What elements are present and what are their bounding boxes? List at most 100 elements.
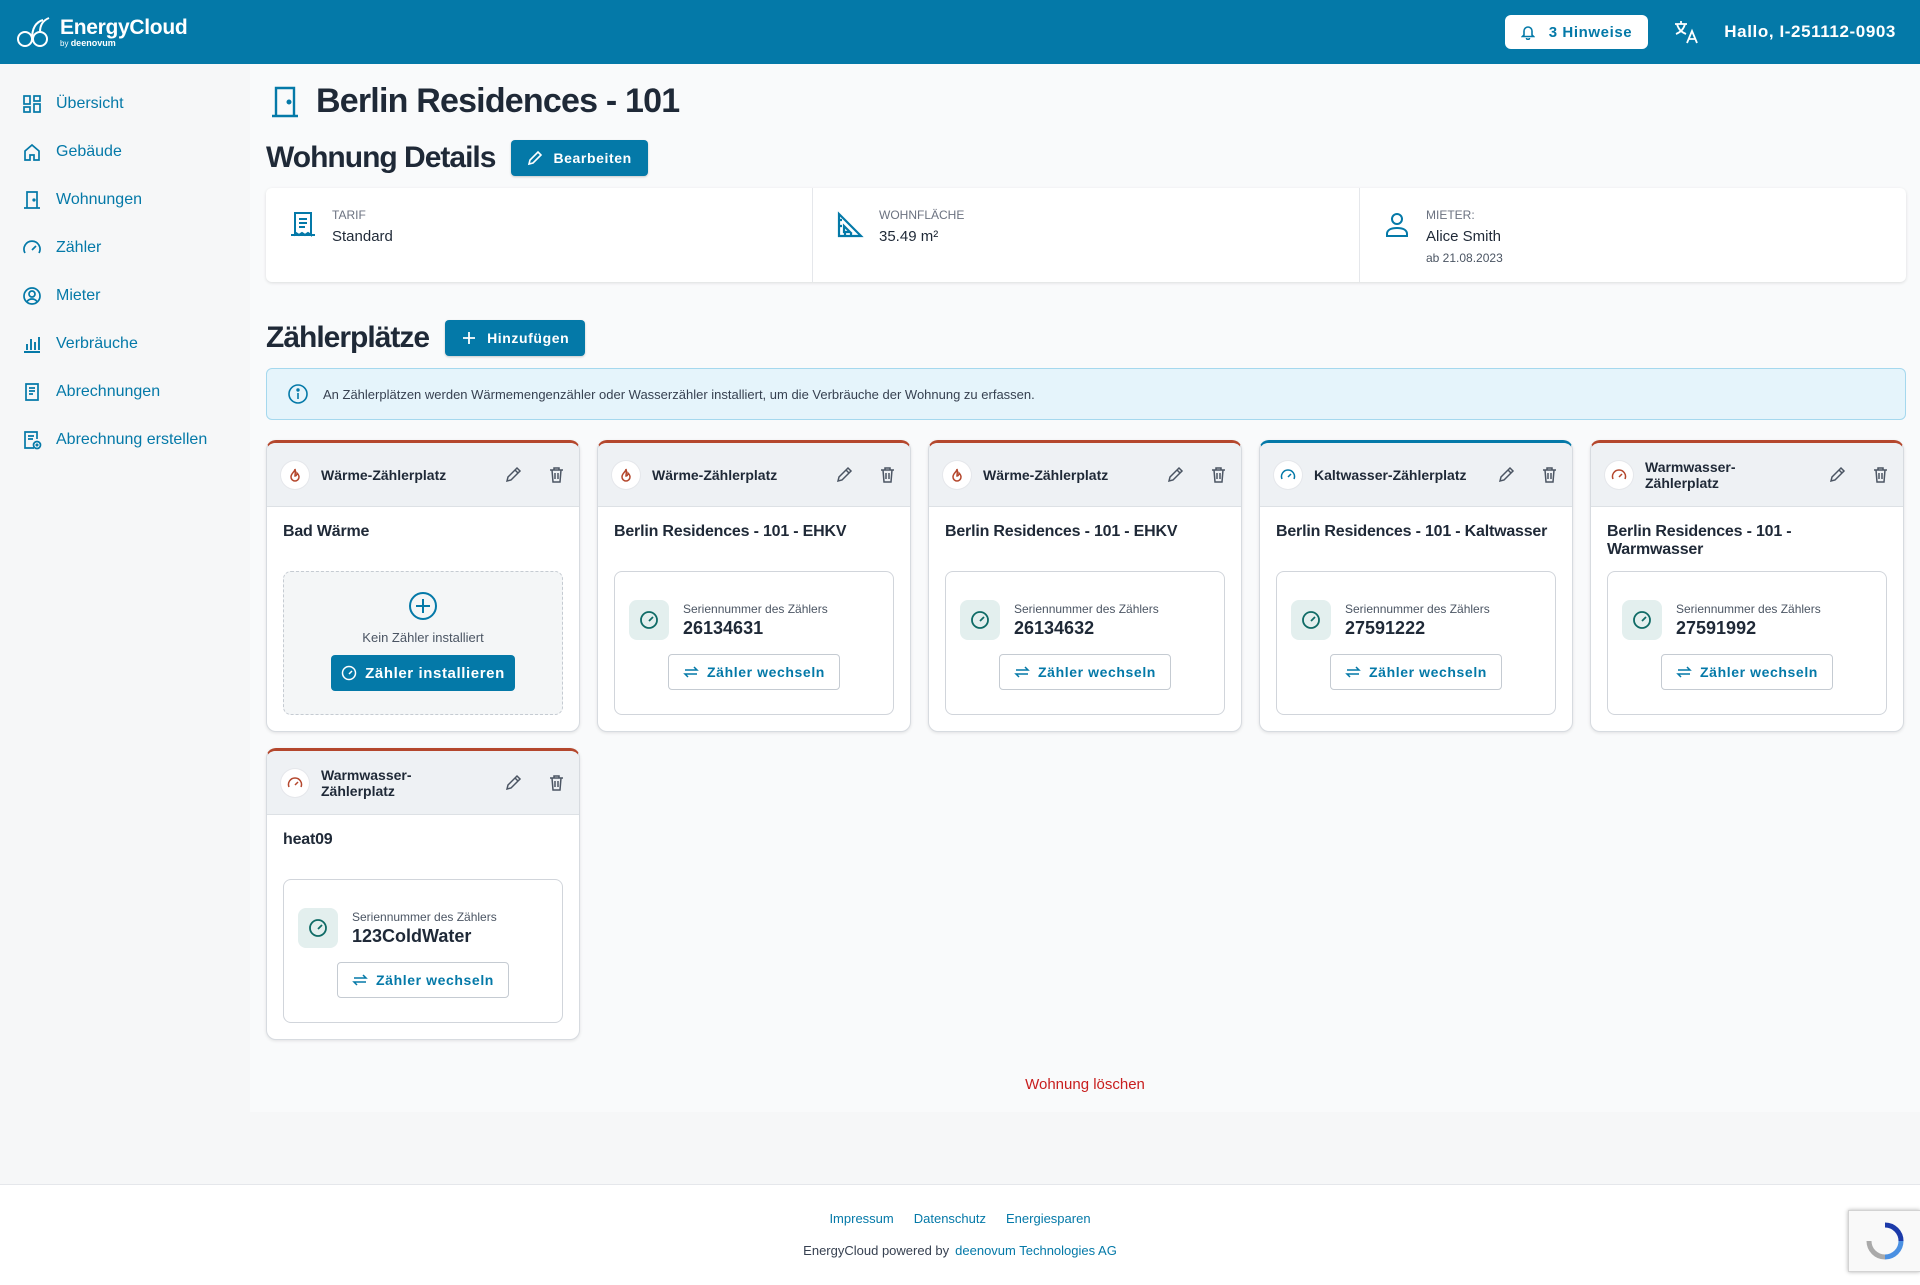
door-icon (272, 86, 298, 117)
delete-apartment-link[interactable]: Wohnung löschen (250, 1076, 1920, 1093)
sidebar: Übersicht Gebäude Wohnungen Zähler Miete… (0, 64, 250, 1184)
flame-icon (281, 460, 309, 489)
swap-icon (1676, 666, 1692, 678)
serial-label: Seriennummer des Zählers (1676, 601, 1821, 616)
edit-slot-button[interactable] (1498, 466, 1515, 483)
bell-icon (1520, 26, 1535, 40)
meter-slot-card: Wärme-Zählerplatz Berlin Residences - 10… (597, 440, 911, 732)
tenant-since: ab 21.08.2023 (1426, 251, 1503, 265)
sidebar-item-label: Gebäude (56, 143, 122, 160)
detail-label: Tarif (332, 208, 366, 222)
meter-slot-card: Wärme-Zählerplatz Berlin Residences - 10… (928, 440, 1242, 732)
recaptcha-badge[interactable] (1848, 1210, 1920, 1272)
delete-apartment-label: Wohnung löschen (1025, 1076, 1145, 1093)
brand-logo-link[interactable]: EnergyCloud by deenovum (16, 14, 188, 50)
change-meter-button[interactable]: Zähler wechseln (668, 654, 840, 690)
slot-type: Warmwasser-Zählerplatz (321, 766, 412, 799)
page-title-text: Berlin Residences - 101 (316, 82, 680, 120)
detail-value: Standard (332, 228, 393, 245)
sidebar-item-abrechnungen[interactable]: Abrechnungen (0, 368, 250, 416)
delete-slot-button[interactable] (1872, 466, 1889, 483)
footer: Impressum Datenschutz Energiesparen Ener… (0, 1184, 1920, 1285)
edit-slot-button[interactable] (836, 466, 853, 483)
install-meter-button[interactable]: Zähler installieren (331, 655, 515, 691)
delete-slot-button[interactable] (548, 774, 565, 791)
tenant-name: Alice Smith (1426, 228, 1502, 245)
change-meter-label: Zähler wechseln (1038, 664, 1156, 680)
meter-serial: 27591222 (1345, 617, 1426, 638)
sidebar-item-gebaeude[interactable]: Gebäude (0, 128, 250, 176)
change-meter-label: Zähler wechseln (1369, 664, 1487, 680)
info-alert: An Zählerplätzen werden Wärmemengenzähle… (266, 368, 1906, 420)
swap-icon (1014, 666, 1030, 678)
delete-slot-button[interactable] (548, 466, 565, 483)
edit-slot-button[interactable] (505, 774, 522, 791)
slot-name: Berlin Residences - 101 - EHKV (614, 523, 847, 540)
dashboard-icon (23, 95, 41, 113)
sidebar-item-verbraeuche[interactable]: Verbräuche (0, 320, 250, 368)
slot-header: Wärme-Zählerplatz (929, 443, 1241, 507)
detail-mieter: Mieter: Alice Smith ab 21.08.2023 (1360, 188, 1906, 282)
sidebar-item-zaehler[interactable]: Zähler (0, 224, 250, 272)
detail-wohnflaeche: Wohnfläche 35.49 m² (813, 188, 1360, 282)
meter-box: Seriennummer des Zählers 123ColdWater Zä… (283, 879, 563, 1023)
delete-slot-button[interactable] (1541, 466, 1558, 483)
gauge-icon (298, 908, 338, 948)
slot-type: Warmwasser-Zählerplatz (1645, 458, 1736, 491)
serial-label: Seriennummer des Zählers (1345, 601, 1490, 616)
change-meter-label: Zähler wechseln (376, 972, 494, 988)
user-greeting[interactable]: Hallo, I-251112-0903 (1724, 22, 1896, 42)
change-meter-button[interactable]: Zähler wechseln (1330, 654, 1502, 690)
delete-slot-button[interactable] (1210, 466, 1227, 483)
add-slot-button[interactable]: Hinzufügen (445, 320, 586, 356)
sidebar-item-label: Mieter (56, 287, 101, 304)
change-meter-button[interactable]: Zähler wechseln (1661, 654, 1833, 690)
change-meter-button[interactable]: Zähler wechseln (337, 962, 509, 998)
trash-icon (1212, 467, 1225, 483)
document-icon (291, 212, 315, 237)
person-icon (1386, 213, 1408, 237)
change-meter-button[interactable]: Zähler wechseln (999, 654, 1171, 690)
sidebar-item-mieter[interactable]: Mieter (0, 272, 250, 320)
translate-icon[interactable] (1672, 18, 1700, 46)
pencil-icon (1167, 466, 1184, 483)
sidebar-item-uebersicht[interactable]: Übersicht (0, 80, 250, 128)
edit-button-label: Bearbeiten (553, 150, 632, 166)
energycloud-logo-icon (17, 17, 50, 47)
sidebar-item-label: Wohnungen (56, 191, 142, 208)
sidebar-item-label: Verbräuche (56, 335, 138, 352)
meter-slot-card: Warmwasser-Zählerplatz heat09 Seriennumm… (266, 748, 580, 1040)
edit-slot-button[interactable] (1167, 466, 1184, 483)
trash-icon (550, 775, 563, 791)
brand-name: EnergyCloud (60, 15, 188, 39)
meter-box: Seriennummer des Zählers 26134632 Zähler… (945, 571, 1225, 715)
edit-slot-button[interactable] (505, 466, 522, 483)
footer-link-datenschutz[interactable]: Datenschutz (914, 1211, 986, 1226)
sidebar-item-wohnungen[interactable]: Wohnungen (0, 176, 250, 224)
swap-icon (352, 974, 368, 986)
meter-slot-card: Kaltwasser-Zählerplatz Berlin Residences… (1259, 440, 1573, 732)
main-content: Berlin Residences - 101 Wohnung Details … (250, 64, 1920, 1112)
edit-button[interactable]: Bearbeiten (511, 140, 648, 176)
flame-icon (612, 460, 640, 489)
footer-link-energiesparen[interactable]: Energiesparen (1006, 1211, 1091, 1226)
footer-link-impressum[interactable]: Impressum (829, 1211, 893, 1226)
slot-header: Warmwasser-Zählerplatz (1591, 443, 1903, 507)
delete-slot-button[interactable] (879, 466, 896, 483)
footer-credit-company-link[interactable]: deenovum Technologies AG (955, 1243, 1117, 1258)
notifications-button[interactable]: 3 Hinweise (1504, 15, 1649, 49)
receipt-add-icon (24, 431, 42, 450)
slot-type: Wärme-Zählerplatz (321, 466, 447, 483)
recaptcha-icon (1866, 1222, 1903, 1260)
edit-slot-button[interactable] (1829, 466, 1846, 483)
sidebar-item-abrechnung-erstellen[interactable]: Abrechnung erstellen (0, 416, 250, 464)
slot-type: Kaltwasser-Zählerplatz (1314, 466, 1467, 483)
meter-slot-card: Wärme-Zählerplatz Bad Wärme Kein Zähler … (266, 440, 580, 732)
slot-name: Berlin Residences - 101 - Kaltwasser (1276, 523, 1548, 540)
notifications-label: 3 Hinweise (1548, 23, 1633, 41)
page-title: Berlin Residences - 101 (270, 82, 680, 121)
pencil-icon (505, 774, 522, 791)
footer-credit-prefix: EnergyCloud powered by (803, 1243, 950, 1258)
brand-sub-prefix: by (60, 38, 69, 48)
pencil-icon (836, 466, 853, 483)
